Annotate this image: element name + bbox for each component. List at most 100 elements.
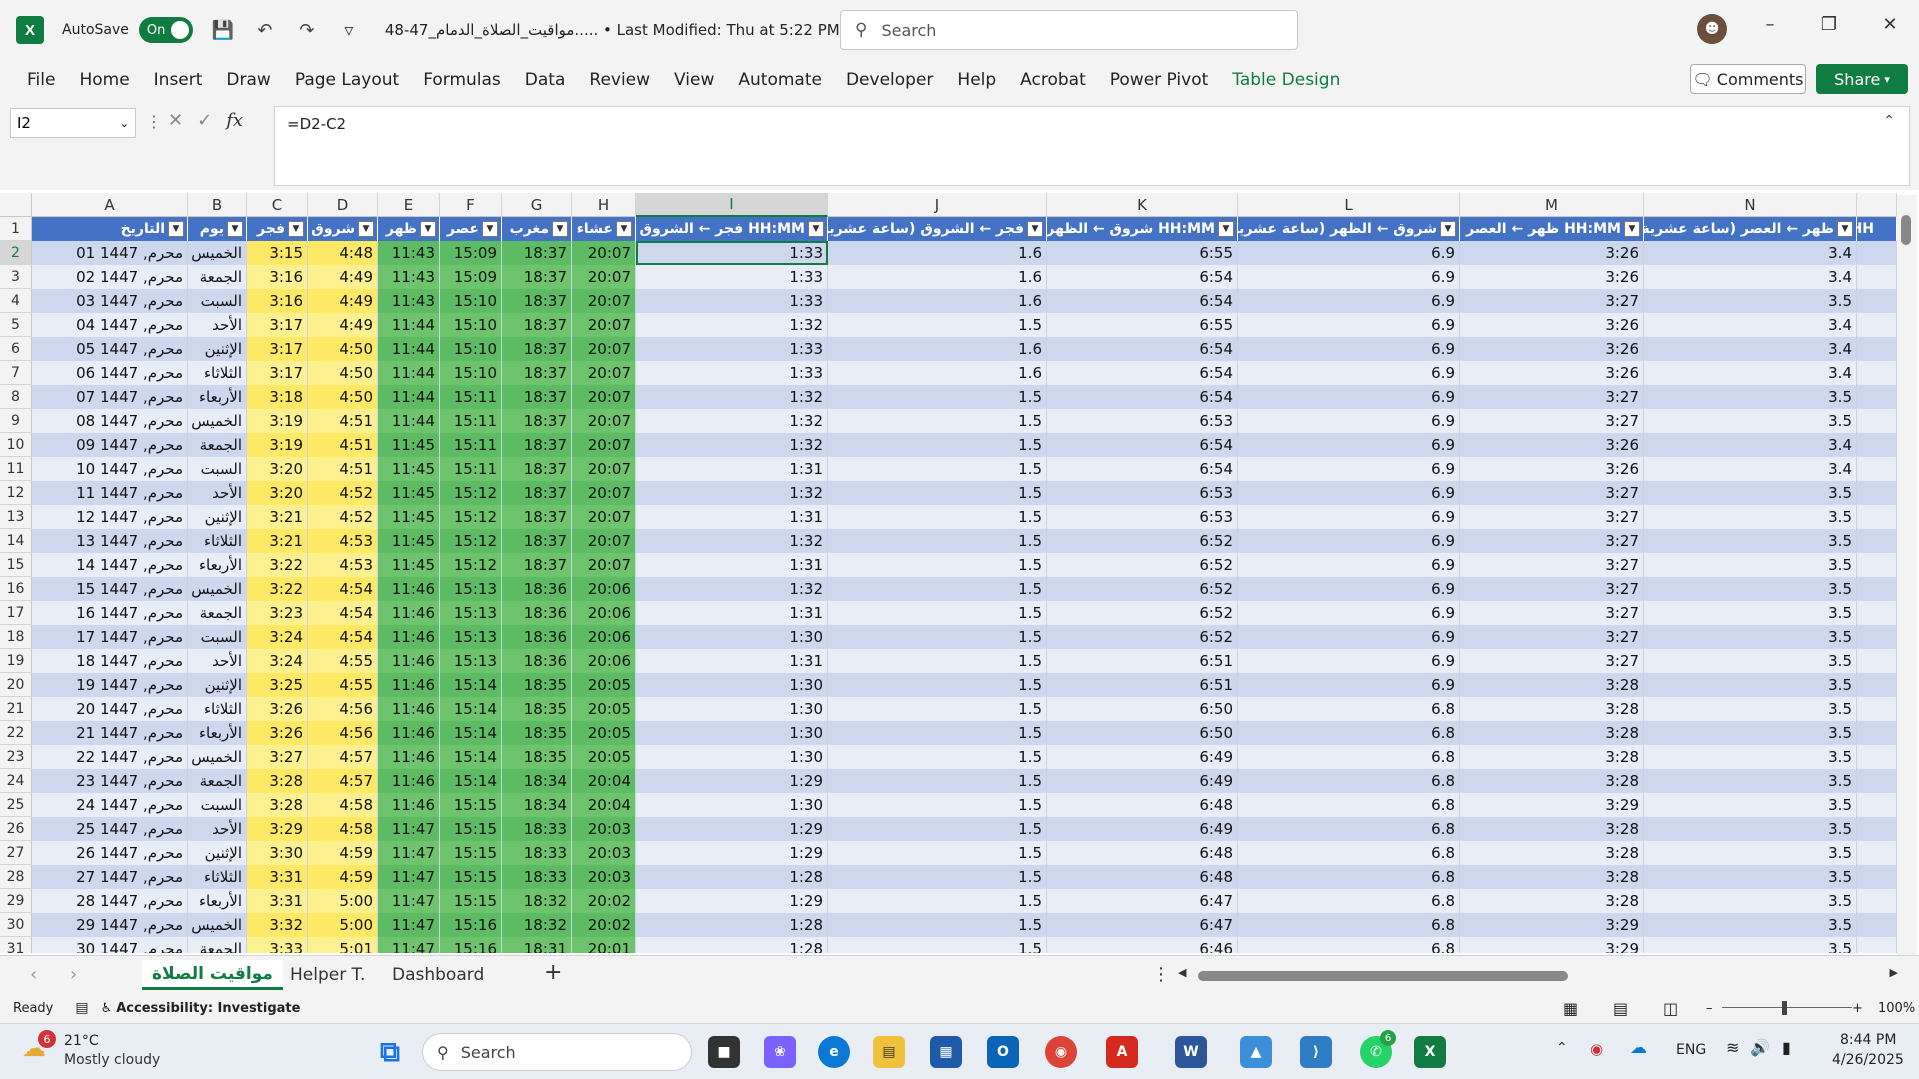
page-layout-icon[interactable]: ▤ bbox=[1613, 999, 1628, 1018]
table-cell[interactable]: 3:26 bbox=[1460, 457, 1644, 481]
table-cell[interactable]: 6:54 bbox=[1047, 337, 1238, 361]
table-cell[interactable]: 4:52 bbox=[308, 481, 378, 505]
column-header-c[interactable]: C bbox=[247, 193, 308, 217]
table-cell[interactable]: 3:28 bbox=[1460, 865, 1644, 889]
table-cell[interactable]: 18:37 bbox=[502, 409, 572, 433]
table-header-cell[interactable]: شروق ▼ bbox=[308, 217, 378, 241]
column-header-a[interactable]: A bbox=[32, 193, 188, 217]
table-cell[interactable]: الأربعاء bbox=[188, 385, 247, 409]
table-cell[interactable] bbox=[1857, 865, 1897, 889]
row-header[interactable]: 16 bbox=[0, 577, 32, 601]
table-cell[interactable]: 4:57 bbox=[308, 745, 378, 769]
table-cell[interactable]: 6.9 bbox=[1238, 289, 1460, 313]
customize-qat-icon[interactable]: ▿ bbox=[337, 20, 361, 41]
table-cell[interactable]: 6:49 bbox=[1047, 817, 1238, 841]
table-cell[interactable]: 18:37 bbox=[502, 433, 572, 457]
table-cell[interactable]: 3.5 bbox=[1644, 769, 1857, 793]
ribbon-tab-data[interactable]: Data bbox=[525, 70, 566, 90]
table-cell[interactable]: 3.5 bbox=[1644, 289, 1857, 313]
table-header-cell[interactable]: يوم ▼ bbox=[188, 217, 247, 241]
table-cell[interactable]: 6.9 bbox=[1238, 481, 1460, 505]
table-cell[interactable]: 6:51 bbox=[1047, 649, 1238, 673]
table-cell[interactable]: 20:05 bbox=[572, 697, 636, 721]
table-cell[interactable]: 6.8 bbox=[1238, 889, 1460, 913]
battery-icon[interactable]: ▮ bbox=[1782, 1038, 1791, 1057]
table-cell[interactable]: 20:05 bbox=[572, 673, 636, 697]
table-cell[interactable]: 4:53 bbox=[308, 553, 378, 577]
row-header[interactable]: 13 bbox=[0, 505, 32, 529]
table-cell[interactable]: 3.5 bbox=[1644, 505, 1857, 529]
table-cell[interactable]: 3:24 bbox=[247, 625, 308, 649]
table-cell[interactable]: 18:37 bbox=[502, 337, 572, 361]
row-header[interactable]: 27 bbox=[0, 841, 32, 865]
table-cell[interactable] bbox=[1857, 265, 1897, 289]
table-cell[interactable]: 20:03 bbox=[572, 817, 636, 841]
table-cell[interactable]: 6:54 bbox=[1047, 265, 1238, 289]
table-cell[interactable]: 3:19 bbox=[247, 433, 308, 457]
table-cell[interactable]: 1.6 bbox=[828, 361, 1047, 385]
table-cell[interactable]: 3:27 bbox=[1460, 577, 1644, 601]
table-cell[interactable]: 27 محرم, 1447 bbox=[32, 865, 188, 889]
table-cell[interactable]: 18:37 bbox=[502, 505, 572, 529]
filter-dropdown-icon[interactable]: ▼ bbox=[1218, 221, 1234, 237]
excel-taskbar-icon[interactable]: X bbox=[1414, 1036, 1446, 1068]
table-cell[interactable]: 4:56 bbox=[308, 697, 378, 721]
table-cell[interactable]: 6.8 bbox=[1238, 769, 1460, 793]
table-cell[interactable]: 18:31 bbox=[502, 937, 572, 953]
table-cell[interactable]: 1.5 bbox=[828, 721, 1047, 745]
table-cell[interactable]: 1.5 bbox=[828, 769, 1047, 793]
table-cell[interactable]: الجمعة bbox=[188, 601, 247, 625]
table-cell[interactable]: 1:32 bbox=[636, 481, 828, 505]
table-cell[interactable]: 4:58 bbox=[308, 817, 378, 841]
table-cell[interactable]: 11:44 bbox=[378, 409, 440, 433]
table-cell[interactable]: 11:45 bbox=[378, 481, 440, 505]
table-cell[interactable]: 11:47 bbox=[378, 889, 440, 913]
column-header-o[interactable] bbox=[1857, 193, 1897, 217]
table-cell[interactable]: 1:31 bbox=[636, 457, 828, 481]
weather-temp[interactable]: 21°C bbox=[64, 1033, 99, 1049]
table-cell[interactable]: 11:43 bbox=[378, 241, 440, 265]
zoom-in-icon[interactable]: + bbox=[1852, 1001, 1863, 1016]
table-cell[interactable]: 3:27 bbox=[1460, 529, 1644, 553]
file-explorer-icon[interactable]: ▤ bbox=[873, 1036, 905, 1068]
table-cell[interactable]: 3.4 bbox=[1644, 265, 1857, 289]
table-cell[interactable] bbox=[1857, 769, 1897, 793]
table-cell[interactable]: 4:51 bbox=[308, 457, 378, 481]
table-cell[interactable] bbox=[1857, 841, 1897, 865]
table-cell[interactable]: 1:33 bbox=[636, 265, 828, 289]
table-cell[interactable]: الأربعاء bbox=[188, 721, 247, 745]
table-cell[interactable]: 1.5 bbox=[828, 745, 1047, 769]
table-cell[interactable]: 18:35 bbox=[502, 697, 572, 721]
table-cell[interactable]: 11:44 bbox=[378, 337, 440, 361]
table-cell[interactable]: 6.8 bbox=[1238, 865, 1460, 889]
ribbon-tab-file[interactable]: File bbox=[27, 70, 55, 90]
table-cell[interactable]: 3:26 bbox=[1460, 265, 1644, 289]
table-cell[interactable]: 15:11 bbox=[440, 385, 502, 409]
table-cell[interactable]: 1:30 bbox=[636, 697, 828, 721]
scroll-thumb[interactable] bbox=[1901, 215, 1911, 245]
table-cell[interactable]: 6:55 bbox=[1047, 241, 1238, 265]
table-cell[interactable]: 3.5 bbox=[1644, 937, 1857, 953]
table-cell[interactable]: 22 محرم, 1447 bbox=[32, 745, 188, 769]
table-cell[interactable]: 15:16 bbox=[440, 913, 502, 937]
table-cell[interactable]: 3:28 bbox=[247, 793, 308, 817]
table-cell[interactable]: 20:07 bbox=[572, 505, 636, 529]
table-cell[interactable]: 3:17 bbox=[247, 337, 308, 361]
table-cell[interactable]: 1:28 bbox=[636, 937, 828, 953]
table-cell[interactable]: 11:46 bbox=[378, 721, 440, 745]
table-cell[interactable]: 3:27 bbox=[1460, 481, 1644, 505]
column-header-n[interactable]: N bbox=[1644, 193, 1857, 217]
table-cell[interactable]: 18:37 bbox=[502, 265, 572, 289]
row-header[interactable]: 19 bbox=[0, 649, 32, 673]
table-cell[interactable] bbox=[1857, 913, 1897, 937]
table-cell[interactable]: 05 محرم, 1447 bbox=[32, 337, 188, 361]
zoom-level[interactable]: 100% bbox=[1878, 1001, 1915, 1016]
horizontal-scrollbar[interactable]: ◀ ▶ bbox=[1178, 966, 1898, 982]
select-all-corner[interactable] bbox=[0, 193, 32, 217]
table-cell[interactable]: 1:30 bbox=[636, 673, 828, 697]
table-cell[interactable]: 6:50 bbox=[1047, 697, 1238, 721]
table-cell[interactable]: 1.5 bbox=[828, 937, 1047, 953]
table-cell[interactable]: الثلاثاء bbox=[188, 865, 247, 889]
table-cell[interactable]: 1.5 bbox=[828, 313, 1047, 337]
table-cell[interactable] bbox=[1857, 793, 1897, 817]
